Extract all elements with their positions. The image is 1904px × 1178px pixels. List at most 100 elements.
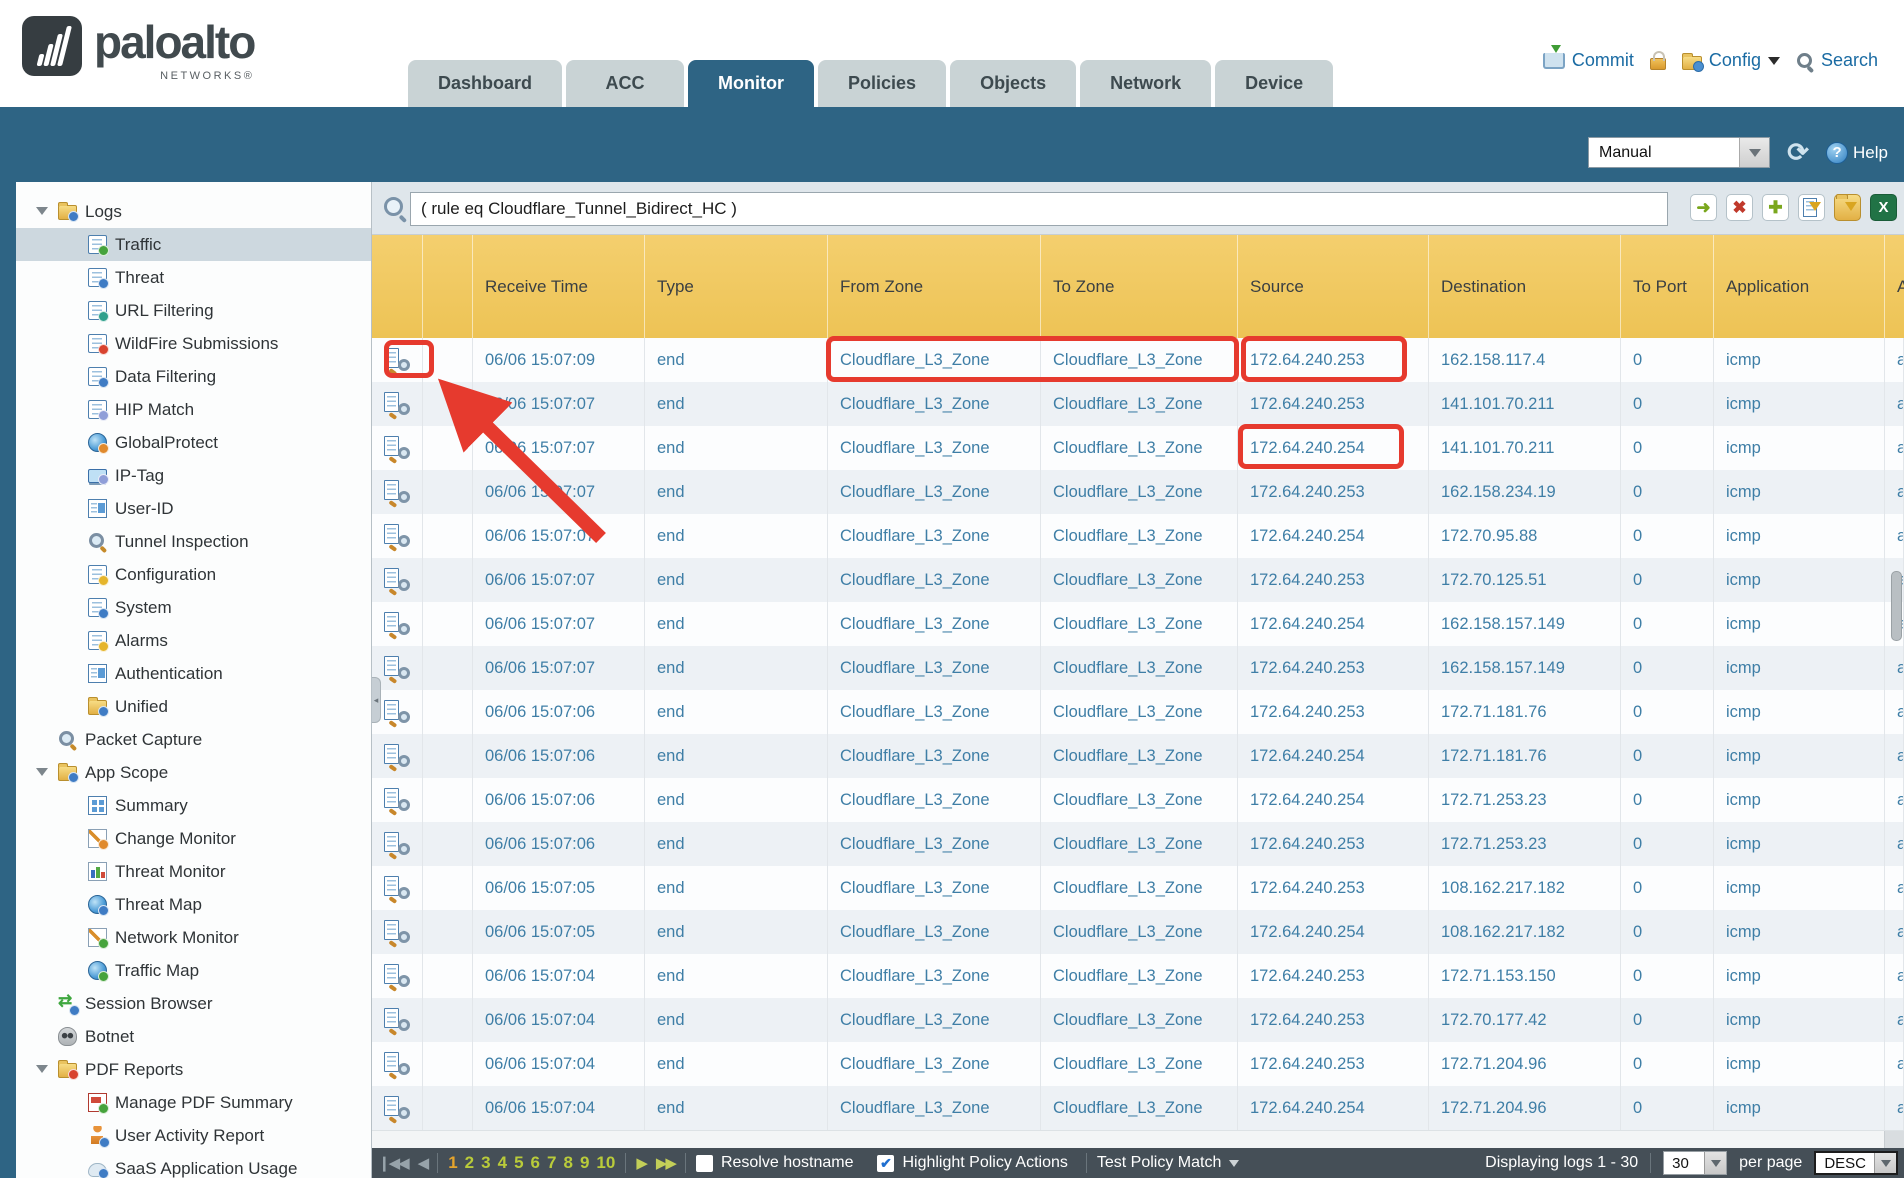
col-to-zone[interactable]: To Zone xyxy=(1041,235,1238,338)
cell-from-zone[interactable]: Cloudflare_L3_Zone xyxy=(828,646,1041,690)
cell-destination[interactable]: 108.162.217.182 xyxy=(1429,910,1621,954)
cell-to-port[interactable]: 0 xyxy=(1621,690,1714,734)
cell-to-port[interactable]: 0 xyxy=(1621,470,1714,514)
cell-to-zone[interactable]: Cloudflare_L3_Zone xyxy=(1041,338,1238,382)
page-5[interactable]: 5 xyxy=(514,1153,523,1173)
sidebar-item-url-filtering[interactable]: URL Filtering xyxy=(16,294,371,327)
page-3[interactable]: 3 xyxy=(481,1153,490,1173)
cell-to-zone[interactable]: Cloudflare_L3_Zone xyxy=(1041,602,1238,646)
cell-application[interactable]: icmp xyxy=(1714,1086,1885,1130)
cell-destination[interactable]: 172.71.253.23 xyxy=(1429,822,1621,866)
cell-action[interactable]: a xyxy=(1885,822,1904,866)
expander-icon[interactable] xyxy=(36,768,48,782)
load-filter-button[interactable] xyxy=(1834,194,1861,221)
sidebar-item-user-activity-report[interactable]: User Activity Report xyxy=(16,1119,371,1152)
sidebar-item-system[interactable]: System xyxy=(16,591,371,624)
cell-to-port[interactable]: 0 xyxy=(1621,954,1714,998)
page-1[interactable]: 1 xyxy=(448,1153,457,1173)
cell-application[interactable]: icmp xyxy=(1714,734,1885,778)
log-detail-button[interactable] xyxy=(372,866,423,910)
cell-action[interactable]: a xyxy=(1885,1042,1904,1086)
cell-application[interactable]: icmp xyxy=(1714,646,1885,690)
cell-source[interactable]: 172.64.240.253 xyxy=(1238,558,1429,602)
page-8[interactable]: 8 xyxy=(563,1153,572,1173)
cell-application[interactable]: icmp xyxy=(1714,778,1885,822)
cell-to-zone[interactable]: Cloudflare_L3_Zone xyxy=(1041,734,1238,778)
cell-action[interactable]: a xyxy=(1885,514,1904,558)
sidebar-item-logs[interactable]: Logs xyxy=(16,195,371,228)
table-row[interactable]: 06/06 15:07:04endCloudflare_L3_ZoneCloud… xyxy=(372,1086,1904,1130)
cell-source[interactable]: 172.64.240.253 xyxy=(1238,338,1429,382)
last-page-button[interactable]: ▶▶ xyxy=(656,1154,675,1172)
cell-application[interactable]: icmp xyxy=(1714,866,1885,910)
cell-type[interactable]: end xyxy=(645,558,828,602)
cell-source[interactable]: 172.64.240.253 xyxy=(1238,382,1429,426)
col-application[interactable]: Application xyxy=(1714,235,1885,338)
sidebar-collapse-handle[interactable]: ◂ xyxy=(372,677,381,723)
cell-destination[interactable]: 141.101.70.211 xyxy=(1429,382,1621,426)
cell-action[interactable]: a xyxy=(1885,426,1904,470)
tab-objects[interactable]: Objects xyxy=(950,60,1076,107)
sidebar-item-hip-match[interactable]: HIP Match xyxy=(16,393,371,426)
log-detail-button[interactable] xyxy=(372,602,423,646)
cell-action[interactable]: a xyxy=(1885,998,1904,1042)
cell-to-zone[interactable]: Cloudflare_L3_Zone xyxy=(1041,514,1238,558)
highlight-policy-checkbox[interactable]: ✔ xyxy=(877,1155,894,1172)
log-detail-button[interactable] xyxy=(372,470,423,514)
cell-to-port[interactable]: 0 xyxy=(1621,734,1714,778)
table-row[interactable]: 06/06 15:07:05endCloudflare_L3_ZoneCloud… xyxy=(372,866,1904,910)
cell-to-zone[interactable]: Cloudflare_L3_Zone xyxy=(1041,1042,1238,1086)
cell-destination[interactable]: 172.70.177.42 xyxy=(1429,998,1621,1042)
cell-to-zone[interactable]: Cloudflare_L3_Zone xyxy=(1041,954,1238,998)
next-page-button[interactable]: ▶ xyxy=(636,1154,646,1172)
cell-destination[interactable]: 162.158.117.4 xyxy=(1429,338,1621,382)
cell-application[interactable]: icmp xyxy=(1714,338,1885,382)
cell-to-port[interactable]: 0 xyxy=(1621,778,1714,822)
cell-from-zone[interactable]: Cloudflare_L3_Zone xyxy=(828,382,1041,426)
cell-destination[interactable]: 172.71.181.76 xyxy=(1429,690,1621,734)
cell-to-zone[interactable]: Cloudflare_L3_Zone xyxy=(1041,822,1238,866)
tab-device[interactable]: Device xyxy=(1215,60,1333,107)
log-detail-button[interactable] xyxy=(372,954,423,998)
log-detail-button[interactable] xyxy=(372,514,423,558)
table-row[interactable]: 06/06 15:07:07endCloudflare_L3_ZoneCloud… xyxy=(372,602,1904,646)
sidebar-item-wildfire-submissions[interactable]: WildFire Submissions xyxy=(16,327,371,360)
sidebar-item-ip-tag[interactable]: IP-Tag xyxy=(16,459,371,492)
table-row[interactable]: 06/06 15:07:09endCloudflare_L3_ZoneCloud… xyxy=(372,338,1904,382)
col-to-port[interactable]: To Port xyxy=(1621,235,1714,338)
cell-type[interactable]: end xyxy=(645,1086,828,1130)
cell-source[interactable]: 172.64.240.254 xyxy=(1238,426,1429,470)
lock-icon[interactable] xyxy=(1650,58,1666,70)
page-4[interactable]: 4 xyxy=(498,1153,507,1173)
cell-to-port[interactable]: 0 xyxy=(1621,1086,1714,1130)
cell-to-port[interactable]: 0 xyxy=(1621,426,1714,470)
log-detail-button[interactable] xyxy=(372,382,423,426)
table-row[interactable]: 06/06 15:07:07endCloudflare_L3_ZoneCloud… xyxy=(372,558,1904,602)
cell-destination[interactable]: 172.71.153.150 xyxy=(1429,954,1621,998)
col-from-zone[interactable]: From Zone xyxy=(828,235,1041,338)
cell-application[interactable]: icmp xyxy=(1714,998,1885,1042)
cell-from-zone[interactable]: Cloudflare_L3_Zone xyxy=(828,910,1041,954)
cell-from-zone[interactable]: Cloudflare_L3_Zone xyxy=(828,338,1041,382)
cell-from-zone[interactable]: Cloudflare_L3_Zone xyxy=(828,602,1041,646)
cell-source[interactable]: 172.64.240.254 xyxy=(1238,778,1429,822)
cell-from-zone[interactable]: Cloudflare_L3_Zone xyxy=(828,778,1041,822)
cell-from-zone[interactable]: Cloudflare_L3_Zone xyxy=(828,426,1041,470)
sidebar-item-globalprotect[interactable]: GlobalProtect xyxy=(16,426,371,459)
log-detail-button[interactable] xyxy=(372,338,423,382)
col-receive-time[interactable]: Receive Time xyxy=(473,235,645,338)
cell-action[interactable]: a xyxy=(1885,470,1904,514)
cell-application[interactable]: icmp xyxy=(1714,1042,1885,1086)
cell-application[interactable]: icmp xyxy=(1714,954,1885,998)
log-detail-button[interactable] xyxy=(372,426,423,470)
expander-icon[interactable] xyxy=(36,1065,48,1079)
cell-to-port[interactable]: 0 xyxy=(1621,1042,1714,1086)
sidebar-item-network-monitor[interactable]: Network Monitor xyxy=(16,921,371,954)
log-detail-button[interactable] xyxy=(372,910,423,954)
cell-action[interactable]: a xyxy=(1885,338,1904,382)
cell-source[interactable]: 172.64.240.253 xyxy=(1238,954,1429,998)
table-row[interactable]: 06/06 15:07:05endCloudflare_L3_ZoneCloud… xyxy=(372,910,1904,954)
cell-application[interactable]: icmp xyxy=(1714,514,1885,558)
cell-from-zone[interactable]: Cloudflare_L3_Zone xyxy=(828,514,1041,558)
cell-to-zone[interactable]: Cloudflare_L3_Zone xyxy=(1041,646,1238,690)
